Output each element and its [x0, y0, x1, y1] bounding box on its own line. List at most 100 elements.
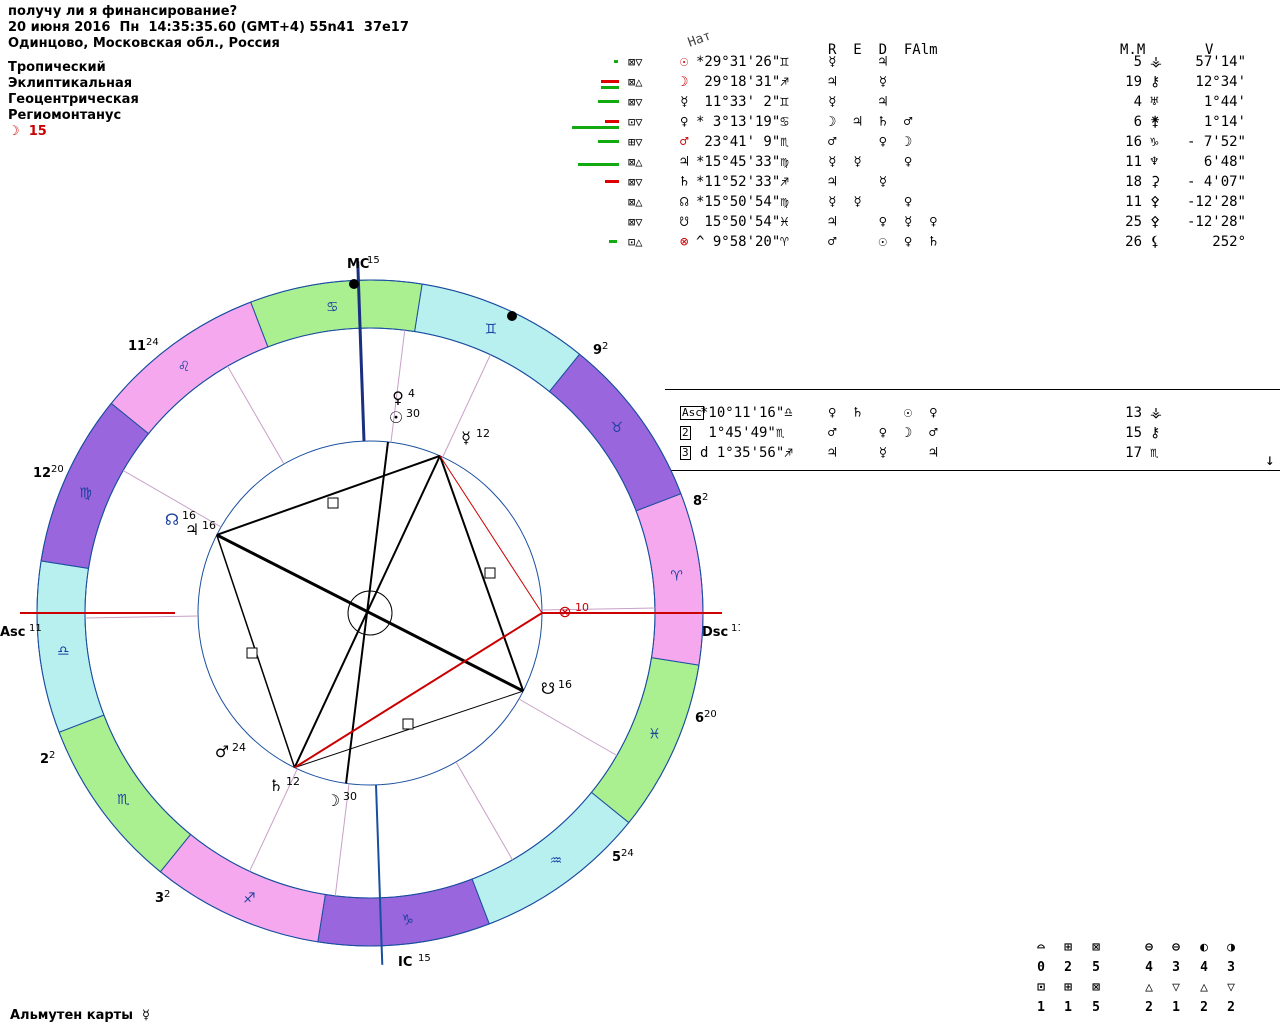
house-cusp-line [85, 615, 199, 619]
house-number: 2 [40, 752, 49, 767]
planet-table: ⊠▽ ☉ *29°31'26"♊ ☿ ♃ 5 ⚶ 57'14" ⊠△ ☽ 29°18'31"♐ ♃… [628, 52, 1268, 262]
stat-glyph: △ [1145, 980, 1153, 995]
setting-houses: Региомонтанус [8, 108, 122, 123]
planet-degree: 30 [343, 790, 357, 803]
stat-glyph: ⊡ [1037, 980, 1045, 995]
aspect-glyphs: ⊠△ [628, 155, 643, 169]
aspect-glyphs: ⊡▽ [628, 115, 643, 129]
house-degree: 24 [621, 848, 634, 859]
chart-question: получу ли я финансирование? [8, 4, 238, 19]
mm-glyph: ⚸ [1150, 234, 1161, 250]
planet-mm: 11 [1125, 194, 1142, 210]
aspect-marker [246, 647, 258, 659]
planet-speed: 12°34' [1195, 74, 1246, 90]
angle-label: Asc [0, 625, 26, 640]
planet-position: 23°41' 9"♏ [696, 134, 789, 150]
planet-glyph: ♄ [680, 174, 689, 190]
house-cusp-line [455, 761, 513, 861]
moon-day: ☽ 15 [8, 124, 47, 139]
strength-bar [614, 60, 618, 63]
house-degree: 20 [704, 709, 717, 720]
stat-count: 2 [1200, 1000, 1208, 1015]
planet-degree: 4 [408, 387, 415, 400]
planet-glyph: ☿ [680, 94, 689, 110]
zodiac-sign-segment [590, 657, 700, 824]
planet-degree: 16 [558, 678, 572, 691]
strength-bar [578, 163, 619, 166]
strength-bar [598, 140, 619, 143]
nat-column-header: Нат [685, 28, 714, 51]
stat-glyph: ◐ [1200, 940, 1208, 955]
planet-glyph: ⊗ [558, 602, 571, 621]
mm-glyph: ⚵ [1150, 114, 1161, 130]
aspect-glyphs: ⊠▽ [628, 215, 643, 229]
stat-glyph: ▽ [1172, 980, 1180, 995]
planet-speed: -12'28" [1186, 194, 1246, 210]
house-number: 5 [612, 850, 621, 865]
aspect-glyphs: ⊠▽ [628, 175, 643, 189]
planet-position: 15°50'54"♓ [696, 214, 789, 230]
angle-degree: 15 [367, 255, 380, 266]
stat-count: 4 [1200, 960, 1208, 975]
angle-label: Dsc [702, 625, 728, 640]
strength-bar [601, 86, 619, 89]
stat-count: 3 [1227, 960, 1235, 975]
house-number: 3 [155, 891, 164, 906]
sign-glyph: ♋ [326, 299, 339, 315]
planet-dignities: ♃ ☿ [828, 74, 888, 90]
setting-zodiac: Тропический [8, 60, 106, 75]
planet-mm: 19 [1125, 74, 1142, 90]
planet-degree: 30 [406, 407, 420, 420]
stat-count: 4 [1145, 960, 1153, 975]
house-degree: 2 [164, 889, 170, 900]
cusp-mm: 17 [1125, 445, 1142, 461]
strength-bar [605, 120, 619, 123]
aspect-glyphs: ⊠△ [628, 195, 643, 209]
sign-glyph: ♈ [670, 568, 683, 584]
house-degree: 2 [702, 492, 708, 503]
planet-degree: 16 [202, 519, 216, 532]
strength-bar [598, 100, 619, 103]
cusp-mm: 13 [1125, 405, 1142, 421]
cusp-mm-glyph: ♏ [1150, 445, 1159, 461]
planet-speed: 1°44' [1203, 94, 1246, 110]
house-cusp-line [227, 365, 285, 465]
stat-count: 3 [1172, 960, 1180, 975]
stat-count: 2 [1064, 960, 1072, 975]
planet-mm: 5 [1133, 54, 1142, 70]
planet-position: *11°52'33"♐ [696, 174, 789, 190]
stat-glyph: ⊖ [1172, 940, 1180, 955]
planet-dignities: ☽ ♃ ♄ ♂ [828, 114, 913, 130]
zodiac-sign-segment [159, 833, 326, 943]
planet-degree: 12 [286, 775, 300, 788]
planet-glyph: ♀ [392, 388, 404, 407]
sign-glyph: ♐ [243, 890, 256, 906]
setting-coords: Эклиптикальная [8, 76, 133, 91]
stat-glyph: ⌓ [1037, 940, 1045, 955]
planet-position: * 3°13'19"♋ [696, 114, 789, 130]
planet-glyph: ☋ [541, 679, 555, 698]
sign-glyph: ♍ [79, 485, 92, 501]
aspect-stats: ⌓ 0 ⊞ 2 ⊠ 5 ⊖ 4 ⊖ 3 ◐ 4 ◑ 3 ⊡ 1 ⊞ 1 ⊠ 5 △ 2 ▽ 1 △ 2 ▽ 2 [1025, 940, 1265, 1020]
strength-bar [605, 180, 619, 183]
planet-position: *29°31'26"♊ [696, 54, 789, 70]
planet-speed: -12'28" [1186, 214, 1246, 230]
chart-datetime: 20 июня 2016 Пн 14:35:35.60 (GMT+4) 55n4… [8, 20, 409, 35]
stat-count: 1 [1064, 1000, 1072, 1015]
planet-mm: 16 [1125, 134, 1142, 150]
aspect-glyphs: ⊡△ [628, 235, 643, 249]
strength-bar [572, 126, 619, 129]
planet-glyph: ☉ [680, 54, 689, 70]
planet-speed: 1°14' [1203, 114, 1246, 130]
planet-mm: 26 [1125, 234, 1142, 250]
scroll-down-arrow[interactable]: ↓ [1265, 450, 1275, 470]
cusp-mm: 15 [1125, 425, 1142, 441]
planet-position: 29°18'31"♐ [696, 74, 789, 90]
planet-dignities: ☿ ☿ ♀ [828, 154, 913, 170]
planet-glyph: ☊ [165, 510, 179, 529]
strength-bar [601, 80, 619, 83]
stat-glyph: △ [1200, 980, 1208, 995]
stat-glyph: ◑ [1227, 940, 1235, 955]
aspect-glyphs: ⊠▽ [628, 95, 643, 109]
planet-glyph: ☉ [389, 408, 403, 427]
